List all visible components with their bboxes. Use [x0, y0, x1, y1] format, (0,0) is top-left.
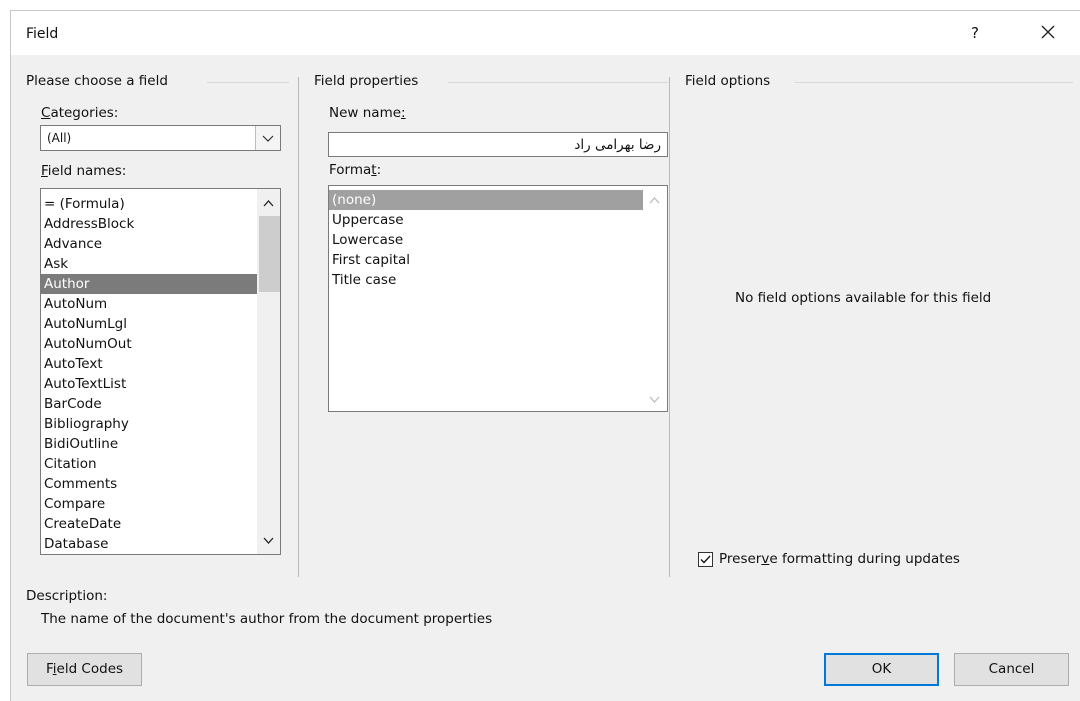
- vertical-separator: [669, 77, 670, 577]
- field-names-scrollbar[interactable]: [257, 189, 280, 554]
- field-dialog: Field ? Please choose a field Field prop…: [10, 10, 1080, 701]
- dropdown-button[interactable]: [255, 126, 280, 150]
- field-codes-button[interactable]: Field Codes: [27, 653, 142, 686]
- vertical-separator: [298, 77, 299, 577]
- cancel-button[interactable]: Cancel: [954, 653, 1069, 686]
- format-items: (none) Uppercase Lowercase First capital Tit…: [329, 190, 643, 290]
- checkmark-icon: [700, 555, 711, 564]
- list-item[interactable]: Author: [41, 274, 257, 294]
- format-label: Format:: [329, 162, 382, 178]
- scroll-down-button[interactable]: [643, 389, 666, 409]
- list-item[interactable]: Citation: [41, 454, 257, 474]
- no-options-message: No field options available for this fiel…: [735, 290, 992, 306]
- list-item[interactable]: AutoText: [41, 354, 257, 374]
- list-item[interactable]: BarCode: [41, 394, 257, 414]
- list-item[interactable]: Title case: [329, 270, 643, 290]
- list-item[interactable]: AutoTextList: [41, 374, 257, 394]
- dialog-title: Field: [26, 26, 59, 42]
- list-item[interactable]: (none): [329, 190, 643, 210]
- field-names-list[interactable]: = (Formula) AddressBlock Advance Ask Author A…: [40, 188, 281, 555]
- categories-dropdown[interactable]: (All): [40, 125, 281, 151]
- scrollbar-thumb[interactable]: [259, 216, 280, 292]
- list-item[interactable]: AutoNumOut: [41, 334, 257, 354]
- chevron-down-icon: [262, 135, 274, 142]
- group-divider: [795, 82, 1073, 83]
- new-name-value: رضا بهرامی راد: [574, 137, 661, 153]
- categories-value: (All): [47, 131, 72, 145]
- list-item[interactable]: AutoNumLgl: [41, 314, 257, 334]
- field-names-label: Field names:: [41, 163, 127, 179]
- choose-field-group-title: Please choose a field: [26, 73, 168, 89]
- field-names-items: = (Formula) AddressBlock Advance Ask Author A…: [41, 194, 257, 554]
- list-item[interactable]: Comments: [41, 474, 257, 494]
- list-item[interactable]: Database: [41, 534, 257, 554]
- list-item[interactable]: AddressBlock: [41, 214, 257, 234]
- description-label: Description:: [26, 588, 108, 604]
- description-text: The name of the document's author from t…: [41, 611, 493, 627]
- list-item[interactable]: BidiOutline: [41, 434, 257, 454]
- format-list[interactable]: (none) Uppercase Lowercase First capital Tit…: [328, 185, 668, 412]
- group-divider: [448, 82, 668, 83]
- scroll-up-button[interactable]: [643, 190, 666, 210]
- field-options-group-title: Field options: [685, 73, 771, 89]
- ok-button[interactable]: OK: [824, 653, 939, 686]
- chevron-down-icon: [263, 537, 274, 544]
- list-item[interactable]: Bibliography: [41, 414, 257, 434]
- list-item[interactable]: AutoNum: [41, 294, 257, 314]
- new-name-input[interactable]: رضا بهرامی راد: [328, 132, 668, 157]
- format-scrollbar[interactable]: [643, 186, 667, 411]
- close-icon: [1041, 25, 1055, 39]
- preserve-formatting-checkbox[interactable]: [698, 552, 713, 567]
- chevron-up-icon: [649, 197, 660, 204]
- list-item[interactable]: Uppercase: [329, 210, 643, 230]
- list-item[interactable]: First capital: [329, 250, 643, 270]
- field-properties-group-title: Field properties: [314, 73, 419, 89]
- list-item[interactable]: Compare: [41, 494, 257, 514]
- list-item[interactable]: CreateDate: [41, 514, 257, 534]
- preserve-formatting-label[interactable]: Preserve formatting during updates: [719, 551, 960, 567]
- chevron-up-icon: [263, 200, 274, 207]
- scroll-up-button[interactable]: [257, 193, 280, 213]
- close-button[interactable]: [1035, 19, 1061, 45]
- group-divider: [207, 82, 289, 83]
- chevron-down-icon: [649, 396, 660, 403]
- categories-label: Categories:: [41, 105, 119, 121]
- list-item[interactable]: Lowercase: [329, 230, 643, 250]
- list-item[interactable]: Advance: [41, 234, 257, 254]
- title-bar: Field ?: [11, 11, 1080, 55]
- scroll-down-button[interactable]: [257, 530, 280, 550]
- list-item[interactable]: = (Formula): [41, 194, 257, 214]
- new-name-label: New name:: [329, 105, 406, 121]
- list-item[interactable]: Ask: [41, 254, 257, 274]
- help-button[interactable]: ?: [971, 24, 979, 42]
